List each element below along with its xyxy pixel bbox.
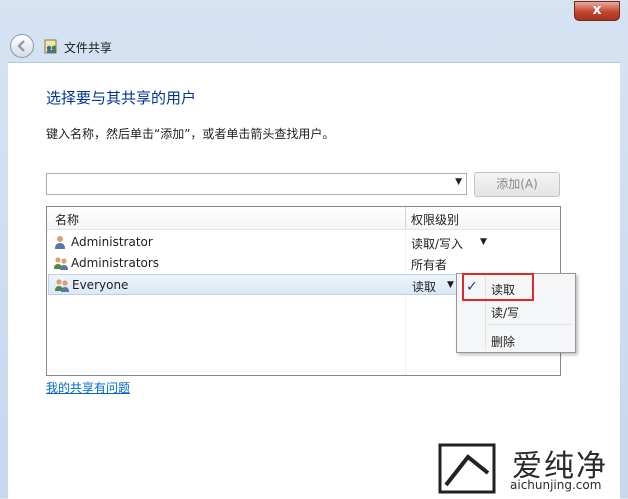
column-header-name[interactable]: 名称 (55, 211, 79, 228)
column-header-permission[interactable]: 权限级别 (411, 211, 459, 228)
permission-level[interactable]: 读取/写入 (411, 235, 463, 252)
navigation-bar: 文件共享 (0, 30, 628, 62)
permission-level: 所有者 (411, 258, 448, 272)
file-share-icon (44, 39, 57, 54)
red-highlight-box (462, 273, 534, 301)
window-title: 文件共享 (64, 41, 113, 55)
user-name: Administrators (71, 256, 160, 270)
watermark-logo-icon (438, 443, 496, 494)
users-group-icon (55, 279, 69, 292)
watermark-url: aichunjing.com (510, 478, 602, 492)
user-name: Administrator (71, 235, 153, 249)
list-row-administrators[interactable]: Administrators 所有者 (48, 253, 559, 274)
column-separator[interactable] (405, 207, 406, 229)
menu-item-label: 读/写 (491, 306, 520, 320)
back-button[interactable] (10, 34, 34, 58)
users-group-icon (54, 257, 68, 270)
user-name-combobox[interactable]: ▼ (46, 173, 467, 195)
add-button[interactable]: 添加(A) (474, 172, 560, 197)
window-frame: x 文件共享 选择要与其共享的用户 键入名称，然后单击“添加”，或者单击箭头查找… (0, 0, 628, 499)
list-header: 名称 权限级别 (47, 207, 560, 230)
menu-item-remove[interactable]: 删除 (457, 329, 575, 351)
instruction-text: 键入名称，然后单击“添加”，或者单击箭头查找用户。 (46, 127, 335, 141)
list-row-administrator[interactable]: Administrator 读取/写入 ▼ (48, 232, 559, 253)
user-name: Everyone (72, 278, 129, 292)
menu-item-read-write[interactable]: 读/写 (457, 300, 575, 322)
close-button[interactable]: x (574, 1, 620, 21)
sharing-help-link[interactable]: 我的共享有问题 (46, 379, 130, 396)
menu-separator (487, 324, 571, 325)
permission-level[interactable]: 读取 (412, 278, 436, 295)
menu-item-label: 删除 (491, 335, 516, 349)
dropdown-arrow-icon[interactable]: ▼ (455, 177, 462, 187)
back-arrow-icon (17, 40, 25, 52)
user-icon (55, 236, 65, 249)
permission-dropdown-icon[interactable]: ▼ (480, 237, 487, 247)
page-heading: 选择要与其共享的用户 (46, 89, 197, 107)
permission-dropdown-icon[interactable]: ▼ (447, 280, 454, 290)
